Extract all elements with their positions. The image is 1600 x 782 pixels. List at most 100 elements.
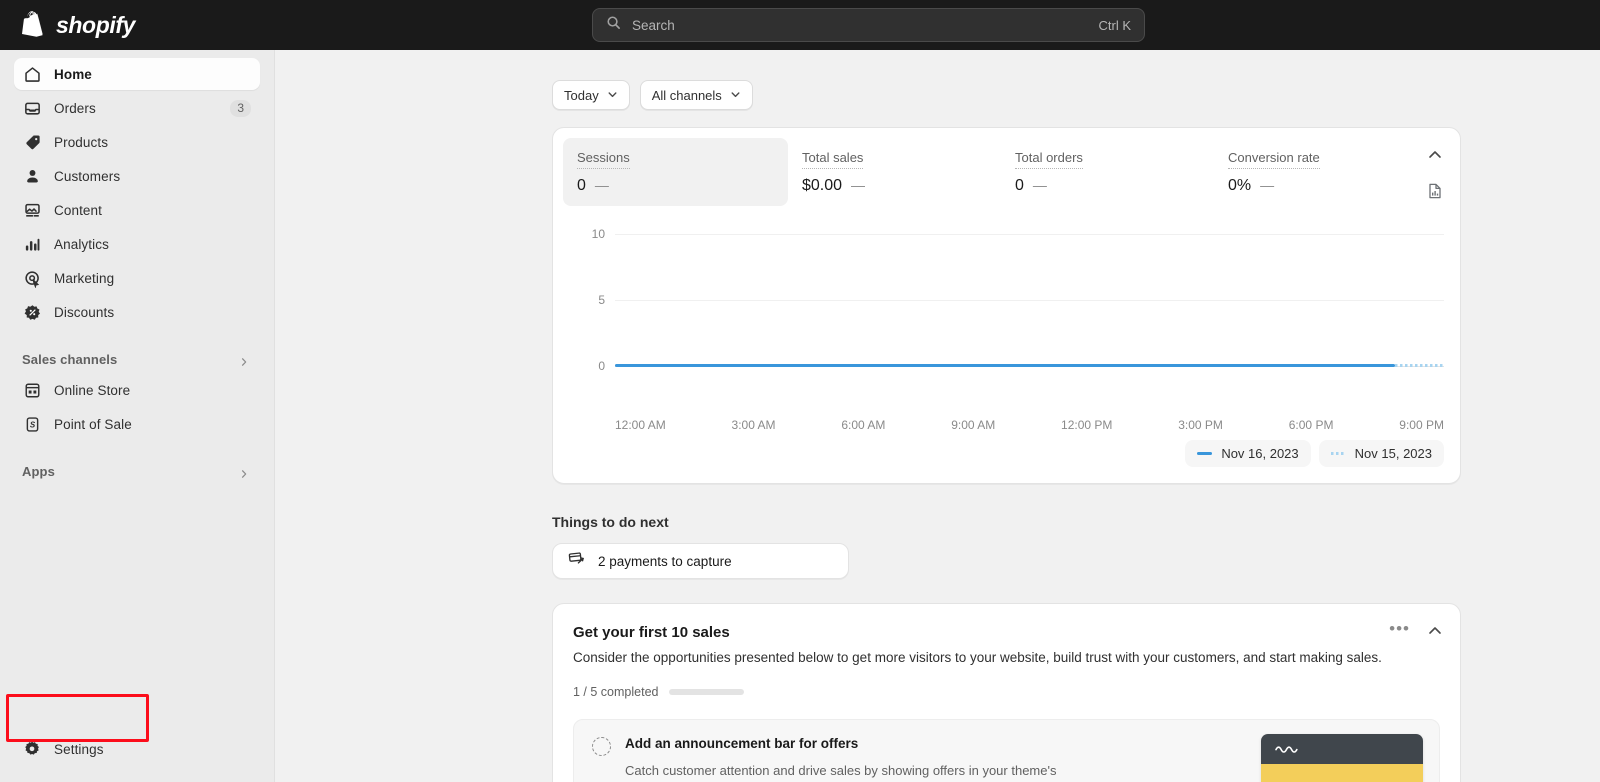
top-bar: shopify Search Ctrl K (0, 0, 1600, 50)
metric-delta: — (1032, 177, 1047, 193)
metric-delta: — (1260, 177, 1275, 193)
series-line-nov15 (1395, 364, 1444, 367)
orders-badge: 3 (230, 99, 251, 117)
sidebar-item-point-of-sale[interactable]: S Point of Sale (14, 408, 260, 440)
metric-label: Sessions (577, 150, 630, 169)
incomplete-circle-icon[interactable] (592, 737, 611, 757)
metric-sessions[interactable]: Sessions 0 — (563, 138, 788, 206)
apps-label: Apps (22, 463, 55, 479)
point-of-sale-icon: S (22, 414, 42, 434)
legend-item-nov15[interactable]: Nov 15, 2023 (1318, 440, 1444, 467)
shopify-bag-icon (22, 11, 47, 39)
gear-icon (22, 739, 42, 759)
sidebar-section-sales-channels[interactable]: Sales channels (14, 344, 260, 374)
sidebar-item-label: Online Store (54, 382, 131, 398)
x-axis-tick: 12:00 PM (1061, 418, 1113, 432)
sidebar-item-marketing[interactable]: Marketing (14, 262, 260, 294)
progress-bar (669, 689, 745, 696)
customer-person-icon (22, 166, 42, 186)
sidebar-item-online-store[interactable]: Online Store (14, 374, 260, 406)
metrics-collapse-button[interactable] (1426, 146, 1444, 164)
filter-bar: Today All channels (275, 50, 1600, 110)
sidebar-item-content[interactable]: Content (14, 194, 260, 226)
orders-inbox-icon (22, 98, 42, 118)
sidebar-item-customers[interactable]: Customers (14, 160, 260, 192)
svg-text:S: S (29, 420, 35, 429)
metric-delta: — (851, 177, 866, 193)
main-content: Today All channels Sessions 0 — Total sa… (275, 50, 1600, 782)
progress-label: 1 / 5 completed (573, 685, 659, 700)
metric-delta: — (594, 177, 609, 193)
sales-card-collapse-button[interactable] (1426, 622, 1444, 640)
metric-label: Conversion rate (1228, 150, 1320, 169)
y-axis-tick: 0 (598, 359, 605, 373)
x-axis-tick: 3:00 AM (731, 418, 776, 432)
sidebar-item-label: Point of Sale (54, 416, 132, 432)
sidebar-item-label: Orders (54, 100, 96, 116)
online-store-icon (22, 380, 42, 400)
search-input[interactable]: Search Ctrl K (592, 8, 1145, 42)
sidebar-section-apps[interactable]: Apps (14, 456, 260, 486)
chevron-down-icon (730, 88, 741, 103)
sidebar: Home Orders 3 Products Customers Content… (0, 50, 275, 782)
todo-item-payments-to-capture[interactable]: 2 payments to capture (552, 543, 849, 579)
brand-name: shopify (56, 11, 135, 38)
metric-value: 0 (577, 177, 586, 194)
sidebar-item-settings[interactable]: Settings (14, 732, 141, 766)
x-axis-tick: 12:00 AM (615, 418, 666, 432)
task-description: Catch customer attention and drive sales… (625, 763, 1057, 779)
get-first-sales-card: ••• Get your first 10 sales Consider the… (552, 603, 1461, 782)
date-range-filter-button[interactable]: Today (552, 80, 630, 110)
announcement-bar-preview (1261, 734, 1423, 782)
chevron-right-icon (239, 354, 249, 366)
legend-label: Nov 16, 2023 (1221, 446, 1299, 461)
x-axis-tick: 9:00 AM (951, 418, 996, 432)
home-icon (22, 64, 42, 84)
date-range-label: Today (564, 87, 599, 103)
sidebar-item-products[interactable]: Products (14, 126, 260, 158)
x-axis-tick: 9:00 PM (1399, 418, 1444, 432)
progress-row: 1 / 5 completed (573, 685, 1440, 699)
legend-label: Nov 15, 2023 (1354, 446, 1432, 461)
task-announcement-bar[interactable]: Add an announcement bar for offers Catch… (573, 719, 1440, 782)
sidebar-item-label: Products (54, 134, 109, 150)
todo-item-label: 2 payments to capture (598, 553, 732, 569)
product-tag-icon (22, 132, 42, 152)
sidebar-item-label: Home (54, 66, 92, 82)
metrics-card: Sessions 0 — Total sales $0.00 — Total o… (552, 127, 1461, 484)
ellipsis-icon[interactable]: ••• (1389, 620, 1410, 637)
report-document-icon[interactable] (1426, 182, 1444, 200)
sidebar-item-analytics[interactable]: Analytics (14, 228, 260, 260)
sessions-line-chart: 10 5 0 12:00 AM 3:00 AM 6:00 AM 9:00 AM … (567, 216, 1446, 432)
sidebar-item-label: Content (54, 202, 102, 218)
task-title: Add an announcement bar for offers (625, 736, 859, 752)
channel-filter-button[interactable]: All channels (639, 80, 753, 110)
metric-total-orders[interactable]: Total orders 0 — (1001, 138, 1214, 206)
sidebar-footer: Settings (6, 694, 261, 766)
legend-swatch-solid-icon (1197, 452, 1213, 455)
metric-conversion-rate[interactable]: Conversion rate 0% — (1214, 138, 1334, 206)
sidebar-item-label: Marketing (54, 270, 115, 286)
search-shortcut-label: Ctrl K (1098, 17, 1132, 33)
search-icon (606, 15, 621, 35)
settings-label: Settings (54, 741, 104, 757)
marketing-target-icon (22, 268, 42, 288)
chevron-right-icon (239, 466, 249, 478)
x-axis-ticks: 12:00 AM 3:00 AM 6:00 AM 9:00 AM 12:00 P… (615, 418, 1444, 432)
sidebar-item-label: Customers (54, 168, 121, 184)
y-axis-tick: 10 (591, 227, 605, 241)
sidebar-item-home[interactable]: Home (14, 58, 260, 90)
sidebar-item-discounts[interactable]: Discounts (14, 296, 260, 328)
metrics-row: Sessions 0 — Total sales $0.00 — Total o… (553, 128, 1460, 212)
metric-label: Total orders (1015, 150, 1083, 169)
metric-total-sales[interactable]: Total sales $0.00 — (788, 138, 1001, 206)
channel-label: All channels (651, 87, 722, 103)
metric-value: 0% (1228, 177, 1252, 194)
shopify-logo[interactable]: shopify (22, 11, 135, 39)
preview-header (1261, 734, 1423, 765)
sales-card-description: Consider the opportunities presented bel… (573, 650, 1382, 665)
content-image-icon (22, 200, 42, 220)
x-axis-tick: 3:00 PM (1178, 418, 1223, 432)
sidebar-item-orders[interactable]: Orders 3 (14, 92, 260, 124)
legend-item-nov16[interactable]: Nov 16, 2023 (1185, 440, 1311, 467)
